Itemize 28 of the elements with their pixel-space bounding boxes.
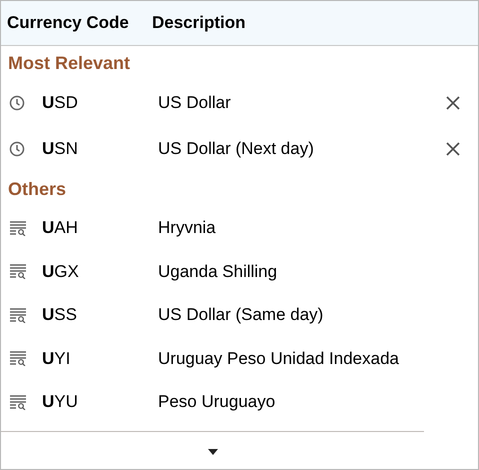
currency-code[interactable]: UAH xyxy=(42,215,158,240)
caret-down-icon[interactable] xyxy=(208,448,218,454)
list-search-icon xyxy=(9,350,27,366)
currency-code[interactable]: USN xyxy=(42,136,158,162)
list-search-icon xyxy=(9,394,27,410)
currency-description[interactable]: Hryvnia xyxy=(158,215,478,240)
list-search-icon xyxy=(9,263,27,280)
currency-description[interactable]: Peso Uruguayo xyxy=(158,389,478,414)
currency-code[interactable]: USS xyxy=(42,302,158,328)
column-header: Description xyxy=(152,12,246,34)
currency-description[interactable]: US Dollar xyxy=(158,90,446,116)
clock-icon xyxy=(9,95,25,111)
close-icon[interactable] xyxy=(446,96,460,110)
currency-description[interactable]: Uganda Shilling xyxy=(158,258,478,284)
currency-code[interactable]: UYU xyxy=(42,389,158,414)
currency-code[interactable]: UYI xyxy=(42,346,158,371)
column-header: Currency Code xyxy=(7,12,130,34)
clock-icon xyxy=(9,141,25,157)
currency-description[interactable]: US Dollar (Same day) xyxy=(158,302,478,328)
currency-description[interactable]: US Dollar (Next day) xyxy=(158,136,446,162)
group-heading: Others xyxy=(7,178,68,200)
group-heading: Most Relevant xyxy=(7,52,132,74)
list-search-icon xyxy=(9,220,27,236)
close-icon[interactable] xyxy=(446,142,460,156)
list-search-icon xyxy=(9,306,27,323)
currency-code[interactable]: USD xyxy=(42,90,158,116)
currency-description[interactable]: Uruguay Peso Unidad Indexada xyxy=(158,346,478,371)
currency-code[interactable]: UGX xyxy=(42,258,158,284)
